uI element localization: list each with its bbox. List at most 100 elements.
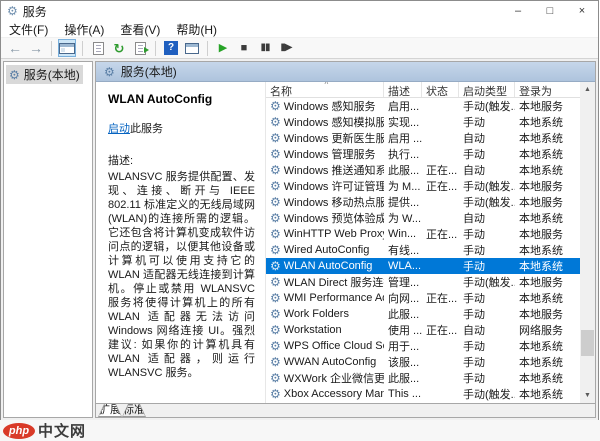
service-detail-pane: WLAN AutoConfig 启动此服务 描述: WLANSVC 服务提供配置… bbox=[96, 82, 266, 403]
table-row[interactable]: ⚙ Windows 管理服务 执行... 手动 本地系统 bbox=[266, 146, 580, 162]
scroll-down-icon[interactable]: ▼ bbox=[580, 388, 595, 403]
service-gear-icon: ⚙ bbox=[270, 147, 281, 161]
table-row[interactable]: ⚙ WWAN AutoConfig 该服... 手动 本地系统 bbox=[266, 354, 580, 370]
forward-icon[interactable]: → bbox=[27, 39, 45, 57]
menu-item-file[interactable]: 文件(F) bbox=[1, 21, 56, 37]
cell-name: ⚙ Windows 更新医生服务 bbox=[270, 131, 384, 145]
table-row[interactable]: ⚙ Work Folders 此服... 手动 本地服务 bbox=[266, 306, 580, 322]
back-icon[interactable]: ← bbox=[6, 39, 24, 57]
titlebar[interactable]: ⚙ 服务 – □ × bbox=[1, 1, 598, 21]
pane-header-title: 服务(本地) bbox=[120, 65, 177, 79]
table-row[interactable]: ⚙ Windows 推送通知系统服务 此服... 正在... 自动 本地系统 bbox=[266, 162, 580, 178]
cell-logon-as: 本地系统 bbox=[519, 165, 563, 177]
tree-item-services-local[interactable]: ⚙ 服务(本地) bbox=[6, 65, 83, 84]
table-row[interactable]: ⚙ Windows 预览体验成员服务 为 W... 自动 本地系统 bbox=[266, 210, 580, 226]
maximize-button[interactable]: □ bbox=[534, 1, 566, 21]
table-row[interactable]: ⚙ Workstation 使用 ... 正在... 自动 网络服务 bbox=[266, 322, 580, 338]
cell-name: ⚙ WLAN AutoConfig bbox=[270, 260, 373, 272]
tab-extended[interactable]: 扩展 bbox=[98, 404, 122, 417]
refresh-icon[interactable]: ↻ bbox=[110, 39, 128, 57]
table-row[interactable]: ⚙ Windows 更新医生服务 启用 ... 自动 本地系统 bbox=[266, 130, 580, 146]
cell-logon-as: 本地系统 bbox=[519, 389, 563, 401]
cell-startup-type: 手动(触发... bbox=[463, 101, 515, 113]
cell-description: 有线... bbox=[388, 245, 420, 257]
column-header-name[interactable]: 名称 ^ bbox=[266, 82, 384, 97]
cell-description: WLA... bbox=[388, 260, 422, 272]
description-text: WLANSVC 服务提供配置、发现、连接、断开与 IEEE 802.11 标准定… bbox=[108, 171, 255, 379]
watermark-text: 中文网 bbox=[38, 423, 87, 440]
cell-logon-as: 网络服务 bbox=[519, 325, 563, 337]
vertical-scrollbar[interactable]: ▲ ▼ bbox=[580, 82, 595, 403]
help-icon: ? bbox=[164, 41, 178, 55]
description-label: 描述: bbox=[108, 155, 134, 167]
scrollbar-track[interactable] bbox=[580, 97, 595, 388]
properties-button[interactable] bbox=[89, 39, 107, 57]
cell-name: ⚙ WLAN Direct 服务连接管... bbox=[270, 275, 384, 289]
new-window-button[interactable] bbox=[183, 39, 201, 57]
table-row[interactable]: ⚙ WLAN AutoConfig WLA... 手动 本地系统 bbox=[266, 258, 580, 274]
restart-service-icon[interactable]: ▮▶ bbox=[277, 39, 295, 57]
service-gear-icon: ⚙ bbox=[270, 275, 281, 289]
toolbar-separator bbox=[82, 40, 83, 56]
cell-startup-type: 自动 bbox=[463, 165, 485, 177]
toolbar-separator bbox=[51, 40, 52, 56]
menu-item-action[interactable]: 操作(A) bbox=[56, 21, 112, 37]
column-header-startup-type[interactable]: 启动类型 bbox=[459, 82, 515, 97]
minimize-button[interactable]: – bbox=[502, 1, 534, 21]
table-row[interactable]: ⚙ Xbox Accessory Manage... This ... 手动(触… bbox=[266, 386, 580, 402]
close-button[interactable]: × bbox=[566, 1, 598, 21]
php-logo: php bbox=[3, 422, 35, 439]
pause-service-icon[interactable]: ▮▮ bbox=[256, 39, 274, 57]
cell-name: ⚙ Windows 感知服务 bbox=[270, 99, 376, 113]
console-tree-icon bbox=[59, 42, 75, 54]
cell-name: ⚙ Windows 许可证管理器服务 bbox=[270, 179, 384, 193]
scrollbar-thumb[interactable] bbox=[581, 330, 594, 356]
scroll-up-icon[interactable]: ▲ bbox=[580, 82, 595, 97]
cell-logon-as: 本地服务 bbox=[519, 197, 563, 209]
cell-description: 使用 ... bbox=[388, 325, 422, 337]
service-gear-icon: ⚙ bbox=[270, 179, 281, 193]
cell-name: ⚙ Windows 预览体验成员服务 bbox=[270, 211, 384, 225]
show-console-tree-button[interactable] bbox=[58, 39, 76, 57]
cell-logon-as: 本地服务 bbox=[519, 181, 563, 193]
cell-startup-type: 自动 bbox=[463, 325, 485, 337]
table-row[interactable]: ⚙ WinHTTP Web Proxy Aut... Win... 正在... … bbox=[266, 226, 580, 242]
watermark: php 中文网 bbox=[0, 420, 600, 441]
gear-icon: ⚙ bbox=[104, 64, 115, 79]
cell-startup-type: 自动 bbox=[463, 133, 485, 145]
cell-description: 为 M... bbox=[388, 181, 421, 193]
export-list-button[interactable] bbox=[131, 39, 149, 57]
table-row[interactable]: ⚙ WLAN Direct 服务连接管... 管理... 手动(触发... 本地… bbox=[266, 274, 580, 290]
start-service-icon[interactable]: ▶ bbox=[214, 39, 232, 57]
cell-startup-type: 手动 bbox=[463, 309, 485, 321]
menu-item-view[interactable]: 查看(V) bbox=[112, 21, 168, 37]
service-gear-icon: ⚙ bbox=[270, 356, 281, 368]
table-row[interactable]: ⚙ WXWork 企业微信更新服务 此服... 手动 本地系统 bbox=[266, 370, 580, 386]
tab-standard[interactable]: 标准 bbox=[122, 404, 146, 417]
cell-startup-type: 手动 bbox=[463, 293, 485, 305]
table-row[interactable]: ⚙ Windows 感知模拟服务 实现... 手动 本地系统 bbox=[266, 114, 580, 130]
help-button[interactable]: ? bbox=[162, 39, 180, 57]
column-header-description[interactable]: 描述 bbox=[384, 82, 422, 97]
menu-item-help[interactable]: 帮助(H) bbox=[168, 21, 225, 37]
cell-logon-as: 本地系统 bbox=[519, 261, 563, 273]
properties-icon bbox=[92, 41, 104, 55]
column-header-logon-as[interactable]: 登录为 bbox=[515, 82, 571, 97]
table-row[interactable]: ⚙ Windows 感知服务 启用... 手动(触发... 本地服务 bbox=[266, 98, 580, 114]
start-service-link[interactable]: 启动 bbox=[108, 123, 130, 135]
view-tabs: 扩展 标准 bbox=[96, 403, 595, 417]
table-row[interactable]: ⚙ Windows 移动热点服务 提供... 手动(触发... 本地服务 bbox=[266, 194, 580, 210]
table-row[interactable]: ⚙ Wired AutoConfig 有线... 手动 本地系统 bbox=[266, 242, 580, 258]
cell-logon-as: 本地服务 bbox=[519, 277, 563, 289]
cell-startup-type: 手动(触发... bbox=[463, 181, 515, 193]
stop-service-icon[interactable]: ■ bbox=[235, 39, 253, 57]
table-row[interactable]: ⚙ Windows 许可证管理器服务 为 M... 正在... 手动(触发...… bbox=[266, 178, 580, 194]
column-header-status[interactable]: 状态 bbox=[422, 82, 459, 97]
cell-name: ⚙ Xbox Accessory Manage... bbox=[270, 388, 384, 400]
services-app-icon: ⚙ bbox=[7, 4, 18, 18]
service-gear-icon: ⚙ bbox=[270, 228, 281, 240]
service-gear-icon: ⚙ bbox=[270, 260, 281, 272]
cell-startup-type: 手动 bbox=[463, 341, 485, 353]
table-row[interactable]: ⚙ WPS Office Cloud Service 用于... 手动 本地系统 bbox=[266, 338, 580, 354]
table-row[interactable]: ⚙ WMI Performance Adapt... 向网... 正在... 手… bbox=[266, 290, 580, 306]
